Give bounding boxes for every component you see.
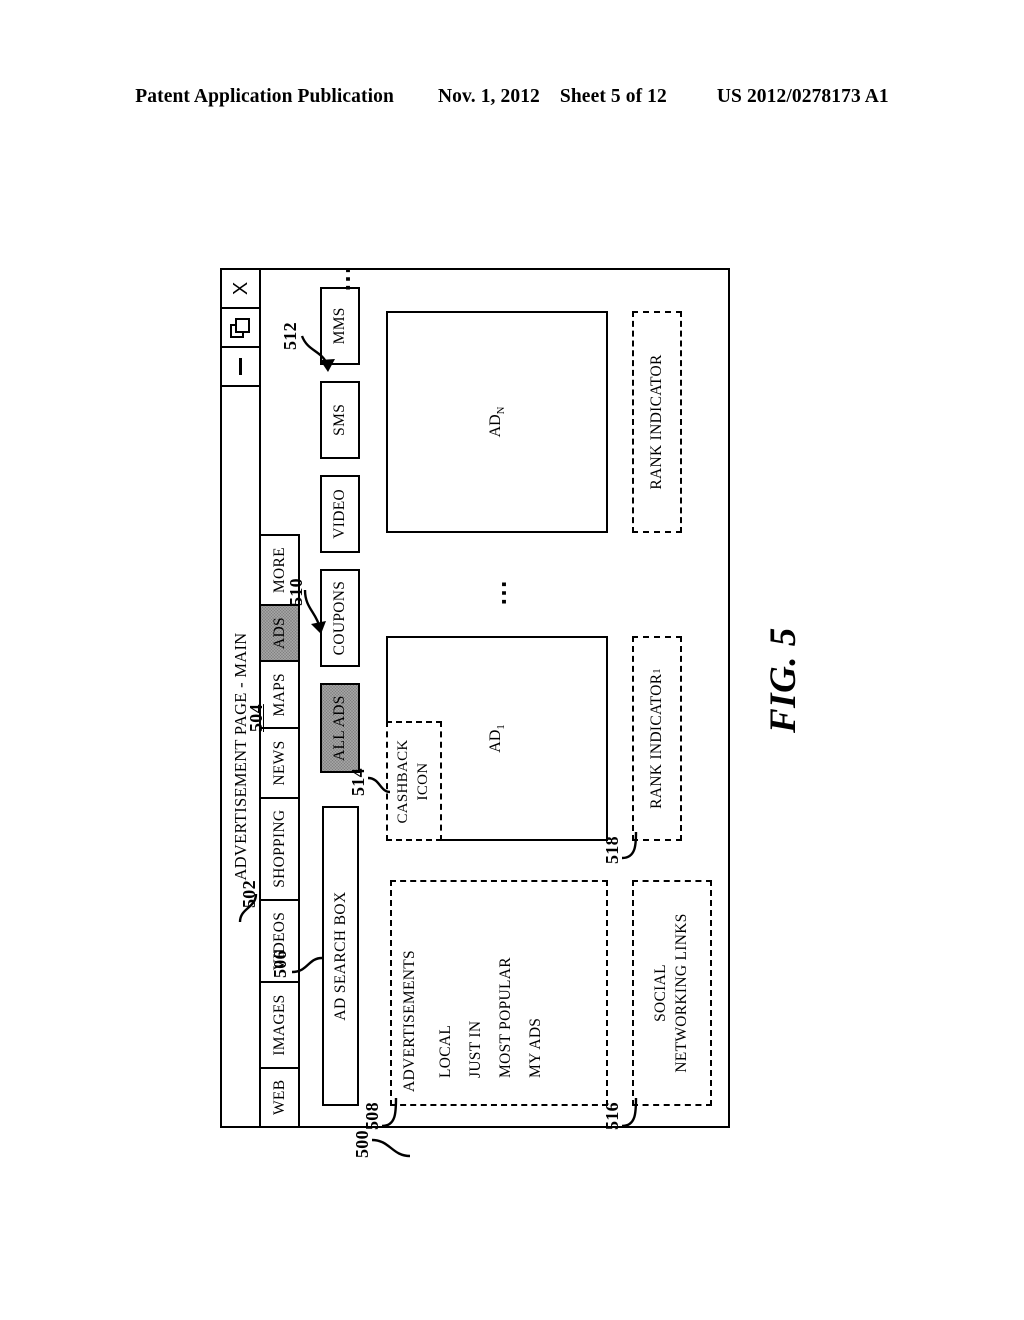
window-title-bar: ADVERTISEMENT PAGE - MAIN X: [222, 270, 261, 1126]
ref-504: 504: [246, 704, 266, 732]
social-links-line-2: NETWORKING LINKS: [673, 913, 690, 1073]
subnav-item-video[interactable]: VIDEO: [320, 474, 360, 553]
close-button[interactable]: X: [222, 270, 259, 309]
subnav-item-all-ads[interactable]: ALL ADS: [320, 683, 360, 773]
tab-news[interactable]: NEWS: [261, 727, 300, 797]
tab-label: NEWS: [270, 740, 288, 786]
publication-header: Patent Application Publication Nov. 1, 2…: [0, 86, 1024, 108]
subnav-item-label: VIDEO: [331, 488, 348, 539]
tab-shopping[interactable]: SHOPPING: [261, 796, 300, 899]
tab-ads[interactable]: ADS: [261, 604, 300, 661]
tab-label: WEB: [270, 1079, 288, 1115]
social-links-line-1: SOCIAL: [652, 964, 670, 1022]
advertisements-panel-title: ADVERTISEMENTS: [401, 950, 418, 1092]
leader-510: [303, 589, 326, 634]
leader-516: [621, 1097, 638, 1128]
restore-button[interactable]: [222, 309, 259, 348]
leader-502: [238, 893, 258, 923]
rank-indicator-text: RANK INDICATOR: [648, 354, 665, 490]
restore-icon: [230, 317, 251, 338]
search-input-label: AD SEARCH BOX: [331, 891, 349, 1021]
ad-block-label: AD1: [487, 638, 507, 839]
sheet-number: Sheet 5 of 12: [559, 86, 667, 107]
ad-block-last[interactable]: ADN: [386, 311, 608, 533]
tab-images[interactable]: IMAGES: [261, 981, 300, 1067]
publication-title: Patent Application Publication: [135, 86, 394, 107]
social-networking-links[interactable]: SOCIAL NETWORKING LINKS: [632, 880, 712, 1106]
ads-panel-item-just-in[interactable]: JUST IN: [467, 894, 485, 1078]
patent-number: US 2012/0278173 A1: [716, 86, 889, 107]
minimize-button[interactable]: [222, 348, 259, 387]
ad-label-text: AD: [486, 414, 504, 438]
page-workspace: AD SEARCH BOX ALL ADS COUPONS VIDEO SMS …: [238, 262, 728, 1130]
tab-label: IMAGES: [270, 994, 288, 1056]
figure-label: FIG. 5: [763, 627, 804, 733]
cashback-icon-line-1: CASHBACK: [395, 739, 411, 824]
ad-block-first[interactable]: AD1 CASHBACK ICON: [385, 636, 608, 842]
leader-508: [381, 1097, 398, 1128]
tab-strip: WEB IMAGES VIDEOS SHOPPING NEWS MAPS ADS…: [261, 534, 300, 1126]
subnav-item-label: ALL ADS: [331, 695, 348, 761]
window-title: ADVERTISEMENT PAGE - MAIN: [230, 632, 250, 881]
publication-date: Nov. 1, 2012: [437, 86, 540, 107]
ads-panel-item-most-popular[interactable]: MOST POPULAR: [497, 894, 515, 1078]
subnav-ellipsis: ⋯: [332, 262, 362, 292]
advertisements-panel: ADVERTISEMENTS LOCAL JUST IN MOST POPULA…: [390, 880, 608, 1106]
rank-indicator-first: RANK INDICATOR 1: [632, 636, 682, 841]
ad-label-subscript: N: [496, 406, 508, 415]
application-window: ADVERTISEMENT PAGE - MAIN X WEB IMAGES V…: [220, 262, 730, 1130]
ref-506: 506: [270, 950, 290, 978]
ad-label-subscript: 1: [496, 724, 508, 730]
search-input[interactable]: AD SEARCH BOX: [322, 806, 359, 1106]
subnav-item-label: SMS: [331, 403, 348, 436]
tab-label: MAPS: [270, 673, 288, 717]
ad-list-ellipsis: ⋯: [488, 576, 518, 606]
minimize-icon: [239, 358, 242, 375]
ads-panel-item-my-ads[interactable]: MY ADS: [527, 894, 545, 1078]
rank-indicator-subscript: 1: [651, 668, 663, 674]
subnav-item-sms[interactable]: SMS: [320, 380, 360, 459]
ads-panel-item-local[interactable]: LOCAL: [437, 894, 455, 1078]
close-icon: X: [229, 281, 252, 296]
ad-label-text: AD: [486, 729, 504, 753]
figure-canvas: FIG. 5 500 ADVERTISEMENT PAGE - MAIN X W: [202, 240, 822, 1158]
leader-512: [300, 335, 335, 372]
leader-506: [291, 956, 323, 974]
tab-web[interactable]: WEB: [261, 1066, 300, 1126]
rank-indicator-last: RANK INDICATOR: [632, 311, 682, 533]
tab-label: ADS: [270, 617, 288, 650]
cashback-icon-line-2: ICON: [414, 762, 431, 801]
ad-block-label: ADN: [487, 313, 507, 531]
cashback-icon[interactable]: CASHBACK ICON: [385, 721, 442, 842]
leader-514: [367, 776, 391, 794]
tab-label: SHOPPING: [270, 809, 288, 888]
rank-indicator-text: RANK INDICATOR: [648, 673, 665, 809]
leader-518: [621, 831, 638, 860]
